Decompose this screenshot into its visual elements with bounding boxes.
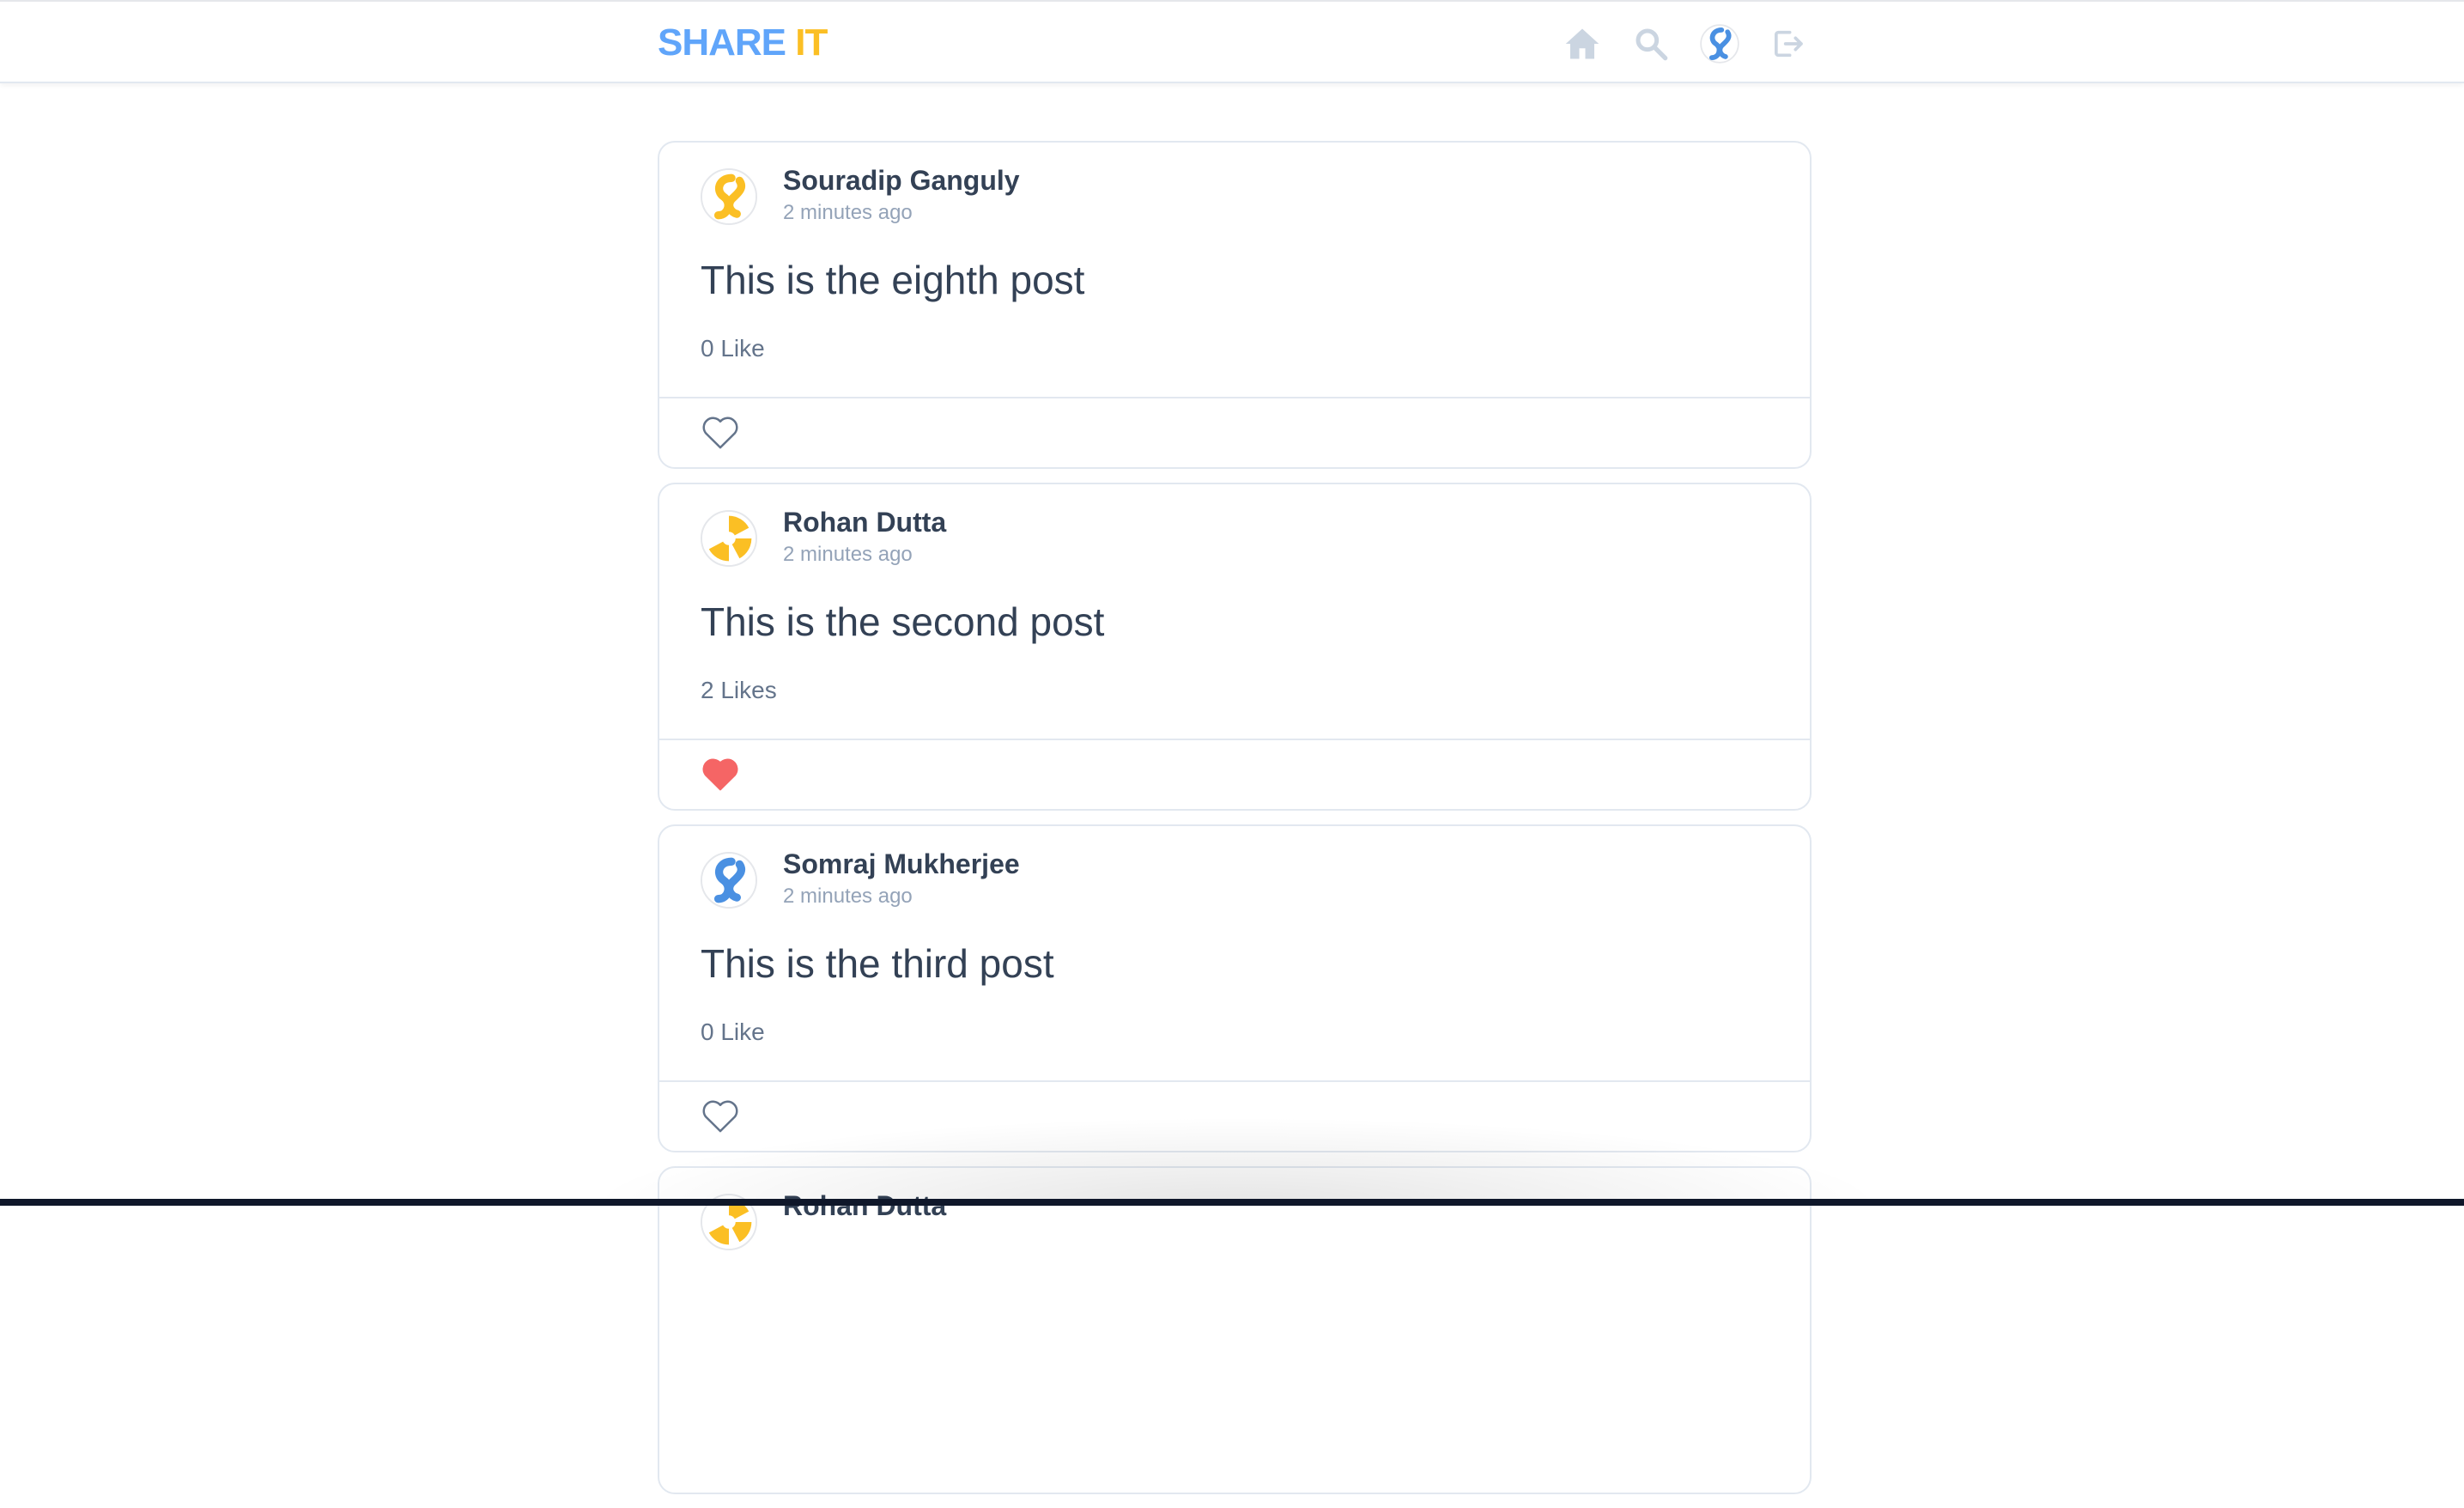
post-feed: Souradip Ganguly 2 minutes ago This is t…	[658, 141, 1812, 1508]
author-avatar[interactable]	[701, 852, 757, 909]
home-icon[interactable]	[1563, 24, 1602, 64]
like-count[interactable]: 2 Likes	[701, 675, 777, 706]
post-actions	[659, 397, 1810, 469]
author-name[interactable]: Souradip Ganguly	[783, 163, 1020, 198]
post-header: Rohan Dutta 2 minutes ago	[701, 505, 946, 569]
post-card: Rohan Dutta	[658, 1166, 1812, 1494]
top-navbar: SHARE IT	[0, 0, 2464, 83]
post-body: This is the second post	[701, 599, 1105, 644]
post-timestamp: 2 minutes ago	[783, 543, 913, 566]
logout-icon[interactable]	[1769, 24, 1808, 64]
window-bottom-edge	[0, 1199, 2464, 1206]
post-card: Somraj Mukherjee 2 minutes ago This is t…	[658, 824, 1812, 1152]
like-button[interactable]	[701, 756, 740, 792]
author-avatar[interactable]	[701, 510, 757, 567]
post-actions	[659, 739, 1810, 811]
like-button[interactable]	[701, 1098, 740, 1134]
author-avatar[interactable]	[701, 168, 757, 225]
post-header: Rohan Dutta	[701, 1189, 946, 1250]
like-count[interactable]: 0 Like	[701, 1017, 765, 1048]
brand-logo-it: IT	[795, 21, 828, 64]
author-name[interactable]: Somraj Mukherjee	[783, 847, 1020, 881]
nav-icons	[1563, 22, 1808, 65]
author-name[interactable]: Rohan Dutta	[783, 1189, 946, 1223]
post-card: Souradip Ganguly 2 minutes ago This is t…	[658, 141, 1812, 469]
like-count[interactable]: 0 Like	[701, 333, 765, 364]
like-button[interactable]	[701, 414, 740, 450]
heart-outline-icon	[702, 417, 738, 449]
author-name[interactable]: Rohan Dutta	[783, 505, 946, 539]
post-header: Somraj Mukherjee 2 minutes ago	[701, 847, 1020, 910]
brand-logo[interactable]: SHARE IT	[658, 21, 828, 65]
post-body: This is the third post	[701, 941, 1054, 986]
post-body: This is the eighth post	[701, 258, 1085, 302]
brand-logo-share: SHARE	[658, 21, 786, 64]
post-actions	[659, 1080, 1810, 1152]
post-card: Rohan Dutta 2 minutes ago This is the se…	[658, 483, 1812, 811]
post-timestamp: 2 minutes ago	[783, 885, 913, 908]
post-timestamp: 2 minutes ago	[783, 201, 913, 224]
heart-outline-icon	[702, 1100, 738, 1133]
post-header: Souradip Ganguly 2 minutes ago	[701, 163, 1020, 227]
search-icon[interactable]	[1631, 24, 1671, 64]
heart-filled-icon	[702, 758, 738, 791]
profile-avatar-icon[interactable]	[1700, 24, 1739, 64]
